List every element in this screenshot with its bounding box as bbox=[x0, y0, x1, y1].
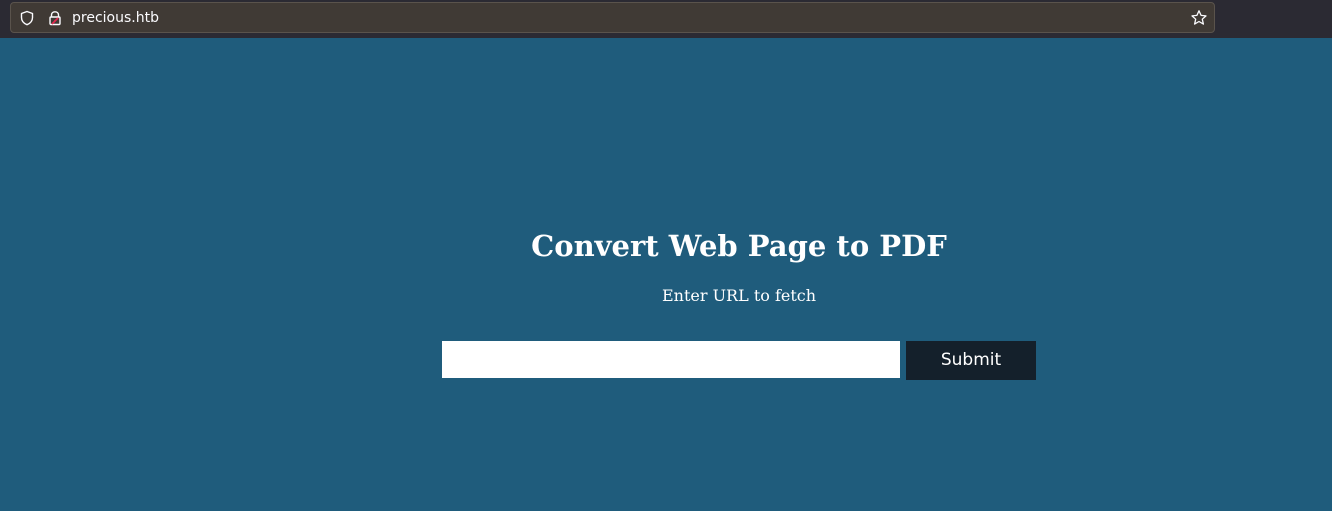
url-input[interactable] bbox=[442, 341, 900, 378]
bookmark-star-icon[interactable] bbox=[1190, 9, 1208, 27]
browser-toolbar: precious.htb bbox=[0, 0, 1332, 38]
page-title: Convert Web Page to PDF bbox=[531, 229, 947, 263]
shield-icon[interactable] bbox=[19, 10, 35, 26]
form-instruction: Enter URL to fetch bbox=[661, 286, 817, 305]
lock-icon[interactable] bbox=[47, 10, 63, 26]
address-bar[interactable]: precious.htb bbox=[10, 2, 1215, 33]
submit-button[interactable]: Submit bbox=[906, 341, 1036, 380]
url-text[interactable]: precious.htb bbox=[72, 9, 159, 27]
